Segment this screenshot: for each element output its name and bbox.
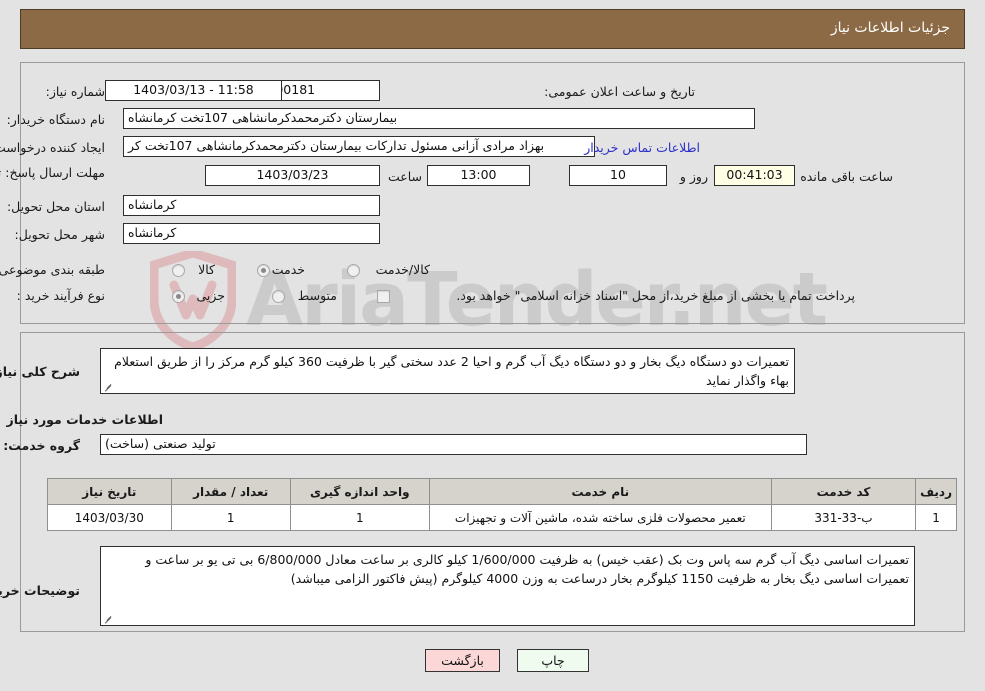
countdown-label: ساعت باقی مانده bbox=[800, 169, 893, 184]
buyer-org-label: نام دستگاه خریدار: bbox=[6, 112, 105, 127]
category-label: طبقه بندی موضوعی: bbox=[0, 262, 105, 277]
treasury-bonds-label: پرداخت تمام یا بخشی از مبلغ خرید،از محل … bbox=[456, 288, 855, 303]
deadline-time-field: 13:00 bbox=[427, 165, 530, 186]
resize-grip-icon[interactable] bbox=[103, 382, 113, 392]
radio-purchase-motevaset-label: متوسط bbox=[297, 288, 337, 303]
general-description-text: تعمیرات دو دستگاه دیگ بخار و دو دستگاه د… bbox=[114, 354, 789, 389]
resize-grip-icon-2[interactable] bbox=[103, 614, 113, 624]
delivery-city-label: شهر محل تحویل: bbox=[14, 227, 105, 242]
remaining-days-label: روز و bbox=[679, 169, 708, 184]
radio-purchase-jozei[interactable] bbox=[172, 290, 185, 303]
print-button[interactable]: چاپ bbox=[517, 649, 589, 672]
announce-datetime-field: 1403/03/13 - 11:58 bbox=[105, 80, 282, 101]
deadline-time-label: ساعت bbox=[387, 169, 422, 184]
buyer-notes-textarea[interactable]: تعمیرات اساسی دیگ آب گرم سه پاس وت بک (ع… bbox=[100, 546, 915, 626]
radio-purchase-jozei-label: جزیی bbox=[196, 288, 225, 303]
buyer-notes-text: تعمیرات اساسی دیگ آب گرم سه پاس وت بک (ع… bbox=[145, 552, 909, 587]
purchase-type-label: نوع فرآیند خرید : bbox=[16, 288, 105, 303]
radio-category-khadamat-label: خدمت bbox=[271, 262, 305, 277]
th-unit: واحد اندازه گیری bbox=[289, 478, 430, 505]
need-number-label: شماره نیاز: bbox=[45, 84, 105, 99]
cell-quantity: 1 bbox=[170, 504, 291, 531]
table-header-row: ردیف کد خدمت نام خدمت واحد اندازه گیری ت… bbox=[47, 478, 957, 505]
countdown-field: 00:41:03 bbox=[714, 165, 795, 186]
buyer-org-field: بیمارستان دکترمحمدکرمانشاهی 107تخت کرمان… bbox=[123, 108, 755, 129]
th-service-name: نام خدمت bbox=[428, 478, 772, 505]
radio-category-khadamat[interactable] bbox=[257, 264, 270, 277]
remaining-days-field: 10 bbox=[569, 165, 667, 186]
radio-category-kala-khadamat-label: کالا/خدمت bbox=[375, 262, 430, 277]
page-header-bar: جزئیات اطلاعات نیاز bbox=[20, 9, 965, 49]
requester-field: بهزاد مرادی آزانی مسئول تدارکات بیمارستا… bbox=[123, 136, 595, 157]
th-service-code: کد خدمت bbox=[770, 478, 917, 505]
cell-unit: 1 bbox=[289, 504, 430, 531]
response-deadline-label: مهلت ارسال پاسخ: تا تاریخ: bbox=[0, 164, 105, 182]
page-title: جزئیات اطلاعات نیاز bbox=[830, 20, 950, 36]
back-button[interactable]: بازگشت bbox=[425, 649, 500, 672]
delivery-city-field: کرمانشاه bbox=[123, 223, 380, 244]
th-quantity: تعداد / مقدار bbox=[170, 478, 291, 505]
services-heading: اطلاعات خدمات مورد نیاز bbox=[6, 412, 164, 427]
cell-service-code: ب-33-331 bbox=[770, 504, 917, 531]
deadline-date-field: 1403/03/23 bbox=[205, 165, 380, 186]
general-description-label: شرح کلی نیاز: bbox=[0, 364, 80, 379]
announce-datetime-label: تاریخ و ساعت اعلان عمومی: bbox=[544, 84, 695, 99]
cell-need-date: 1403/03/30 bbox=[47, 504, 172, 531]
buyer-contact-link[interactable]: اطلاعات تماس خریدار bbox=[584, 140, 700, 155]
th-row-no: ردیف bbox=[915, 478, 957, 505]
requester-label: ایجاد کننده درخواست: bbox=[0, 140, 105, 155]
table-row: 1 ب-33-331 تعمیر محصولات فلزی ساخته شده،… bbox=[47, 504, 957, 531]
need-info-panel bbox=[20, 62, 965, 324]
delivery-province-label: استان محل تحویل: bbox=[6, 199, 105, 214]
page-root: AriaTender.net جزئیات اطلاعات نیاز شماره… bbox=[0, 0, 985, 691]
delivery-province-field: کرمانشاه bbox=[123, 195, 380, 216]
services-table: ردیف کد خدمت نام خدمت واحد اندازه گیری ت… bbox=[47, 478, 957, 531]
th-need-date: تاریخ نیاز bbox=[47, 478, 172, 505]
radio-category-kala-khadamat[interactable] bbox=[347, 264, 360, 277]
cell-service-name: تعمیر محصولات فلزی ساخته شده، ماشین آلات… bbox=[428, 504, 772, 531]
radio-category-kala-label: کالا bbox=[198, 262, 215, 277]
treasury-bonds-checkbox[interactable] bbox=[377, 290, 390, 303]
service-group-label: گروه خدمت: bbox=[3, 438, 80, 453]
buyer-notes-label: توضیحات خریدار: bbox=[0, 583, 80, 598]
radio-category-kala[interactable] bbox=[172, 264, 185, 277]
radio-purchase-motevaset[interactable] bbox=[272, 290, 285, 303]
general-description-textarea[interactable]: تعمیرات دو دستگاه دیگ بخار و دو دستگاه د… bbox=[100, 348, 795, 394]
response-deadline-label-text: مهلت ارسال پاسخ: تا تاریخ: bbox=[0, 165, 105, 180]
service-group-field: تولید صنعتی (ساخت) bbox=[100, 434, 807, 455]
cell-row-no: 1 bbox=[915, 504, 957, 531]
